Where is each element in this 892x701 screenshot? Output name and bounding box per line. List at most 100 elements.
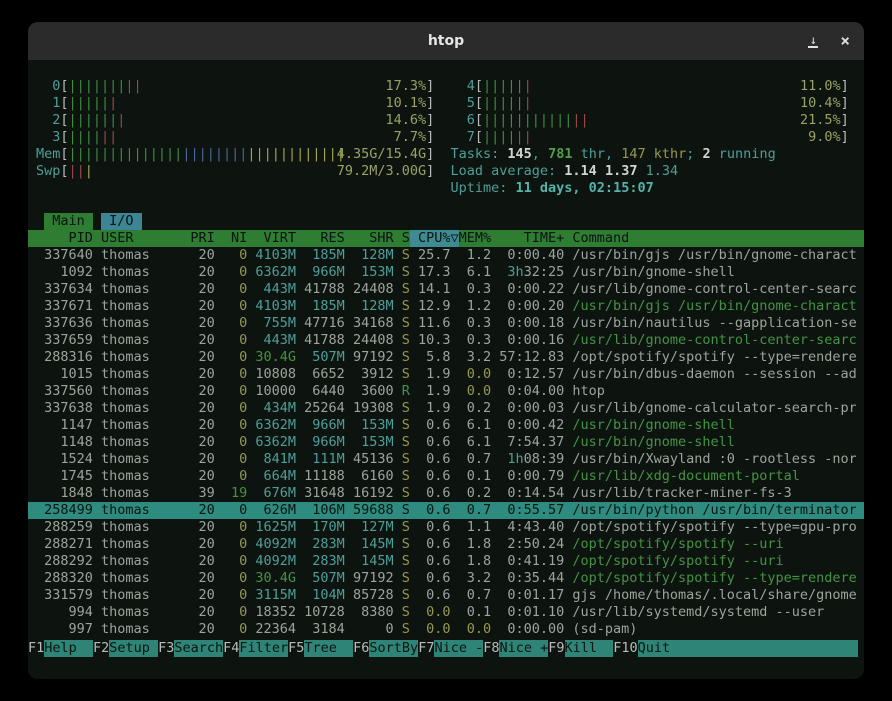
fkey-action-label: Tree bbox=[304, 640, 353, 657]
table-row[interactable]: 258499thomas200626M106M59688S0.60.70:55.… bbox=[28, 502, 864, 519]
table-row[interactable]: 1092thomas2006362M966M153MS17.36.13h32:2… bbox=[28, 264, 864, 281]
table-row[interactable]: 337634thomas200443M4178824408S14.10.30:0… bbox=[28, 281, 864, 298]
cpu-cell: 0.6 bbox=[410, 417, 451, 434]
table-row[interactable]: 337640thomas2004103M185M128MS25.71.20:00… bbox=[28, 247, 864, 264]
table-row[interactable]: 288259thomas2001625M170M127MS0.61.14:43.… bbox=[28, 519, 864, 536]
column-header-ni[interactable]: NI bbox=[215, 230, 248, 247]
state-cell: S bbox=[394, 298, 410, 315]
table-row[interactable]: 288292thomas2004092M283M145MS0.61.80:41.… bbox=[28, 553, 864, 570]
column-header-pri[interactable]: PRI bbox=[182, 230, 215, 247]
table-row[interactable]: 337638thomas200434M2526419308S1.90.20:00… bbox=[28, 400, 864, 417]
cpu-meter-1: 1[||||||10.1%] bbox=[36, 95, 434, 112]
table-row[interactable]: 337560thomas2001000064403600R1.90.00:04.… bbox=[28, 383, 864, 400]
fkey-key-label: F1 bbox=[28, 640, 44, 657]
time-cell: 0:00.79 bbox=[491, 468, 564, 485]
shr-cell: 128M bbox=[345, 247, 394, 264]
nice-cell: 0 bbox=[215, 434, 248, 451]
window-title: htop bbox=[28, 33, 864, 49]
pid-cell: 337659 bbox=[36, 332, 93, 349]
table-row[interactable]: 288271thomas2004092M283M145MS0.61.82:50.… bbox=[28, 536, 864, 553]
shr-cell: 19308 bbox=[345, 400, 394, 417]
nice-cell: 0 bbox=[215, 298, 248, 315]
table-row[interactable]: 1015thomas2001080866523912S1.90.00:12.57… bbox=[28, 366, 864, 383]
column-header-cmd[interactable]: Command bbox=[572, 230, 856, 247]
table-row[interactable]: 1745thomas200664M111886160S0.60.10:00.79… bbox=[28, 468, 864, 485]
fkey-quit[interactable]: F10Quit bbox=[613, 640, 858, 657]
column-header-user[interactable]: USER bbox=[101, 230, 182, 247]
meters-area: 0[|||||||||17.3%]1[||||||10.1%]2[|||||||… bbox=[36, 78, 856, 197]
column-header-res[interactable]: RES bbox=[296, 230, 345, 247]
shr-cell: 85728 bbox=[345, 587, 394, 604]
shr-cell: 3912 bbox=[345, 366, 394, 383]
fkey-action-label: Kill bbox=[565, 640, 614, 657]
fkey-nice+[interactable]: F8Nice + bbox=[483, 640, 548, 657]
command-cell: /usr/bin/Xwayland :0 -rootless -nores bbox=[572, 451, 856, 468]
fkey-help[interactable]: F1Help bbox=[28, 640, 93, 657]
user-cell: thomas bbox=[101, 604, 182, 621]
pri-cell: 20 bbox=[182, 417, 215, 434]
cpu-cell: 0.6 bbox=[410, 519, 451, 536]
process-table: PIDUSERPRINIVIRTRESSHRSCPU%▽MEM%TIME+Com… bbox=[36, 230, 856, 638]
pri-cell: 20 bbox=[182, 604, 215, 621]
time-cell: 0:00.42 bbox=[491, 417, 564, 434]
mem-cell: 0.7 bbox=[459, 451, 492, 468]
fkey-tree[interactable]: F5Tree bbox=[288, 640, 353, 657]
nice-cell: 0 bbox=[215, 604, 248, 621]
res-cell: 283M bbox=[296, 536, 345, 553]
table-row[interactable]: 337671thomas2004103M185M128MS12.91.20:00… bbox=[28, 298, 864, 315]
column-header-virt[interactable]: VIRT bbox=[247, 230, 296, 247]
fkey-filter[interactable]: F4Filter bbox=[223, 640, 288, 657]
time-cell: 0:01.17 bbox=[491, 587, 564, 604]
shr-cell: 97192 bbox=[345, 349, 394, 366]
user-cell: thomas bbox=[101, 383, 182, 400]
fkey-sortby[interactable]: F6SortBy bbox=[353, 640, 418, 657]
time-cell: 0:41.19 bbox=[491, 553, 564, 570]
cpu-meter-0: 0[|||||||||17.3%] bbox=[36, 78, 434, 95]
table-row[interactable]: 1848thomas3919676M3164816192S0.60.20:14.… bbox=[28, 485, 864, 502]
table-row[interactable]: 331579thomas2003115M104M85728S0.60.70:01… bbox=[28, 587, 864, 604]
column-header-cpu[interactable]: CPU% bbox=[410, 230, 451, 247]
pri-cell: 20 bbox=[182, 349, 215, 366]
pri-cell: 20 bbox=[182, 264, 215, 281]
fkey-nice-[interactable]: F7Nice - bbox=[418, 640, 483, 657]
close-icon[interactable]: × bbox=[840, 22, 850, 60]
nice-cell: 0 bbox=[215, 519, 248, 536]
mem-cell: 0.0 bbox=[459, 383, 492, 400]
shr-cell: 153M bbox=[345, 264, 394, 281]
cpu-meter-4: 4[||||||11.0%] bbox=[451, 78, 857, 95]
pid-cell: 337636 bbox=[36, 315, 93, 332]
column-header-time[interactable]: TIME+ bbox=[491, 230, 564, 247]
table-row[interactable]: 994thomas20018352107288380S0.00.10:01.10… bbox=[28, 604, 864, 621]
fkey-search[interactable]: F3Search bbox=[158, 640, 223, 657]
user-cell: thomas bbox=[101, 502, 182, 519]
window-titlebar[interactable]: htop ↓ × bbox=[28, 22, 864, 60]
state-cell: R bbox=[394, 383, 410, 400]
table-row[interactable]: 1147thomas2006362M966M153MS0.66.10:00.42… bbox=[28, 417, 864, 434]
pri-cell: 20 bbox=[182, 587, 215, 604]
table-row[interactable]: 288320thomas20030.4G507M97192S0.63.20:35… bbox=[28, 570, 864, 587]
column-header-shr[interactable]: SHR bbox=[345, 230, 394, 247]
column-header-s[interactable]: S bbox=[394, 230, 410, 247]
column-header-mem[interactable]: MEM% bbox=[459, 230, 492, 247]
fkey-action-label: Filter bbox=[239, 640, 288, 657]
tab-io[interactable]: I/O bbox=[101, 213, 142, 230]
user-cell: thomas bbox=[101, 434, 182, 451]
tab-main[interactable]: Main bbox=[44, 213, 93, 230]
state-cell: S bbox=[394, 349, 410, 366]
fkey-setup[interactable]: F2Setup bbox=[93, 640, 158, 657]
table-row[interactable]: 997thomas2002236431840S0.00.00:00.00(sd-… bbox=[28, 621, 864, 638]
restore-down-icon[interactable]: ↓ bbox=[808, 35, 818, 48]
nice-cell: 0 bbox=[215, 536, 248, 553]
column-header-pid[interactable]: PID bbox=[36, 230, 93, 247]
table-row[interactable]: 337659thomas200443M4178824408S10.30.30:0… bbox=[28, 332, 864, 349]
table-row[interactable]: 337636thomas200755M4771634168S11.60.30:0… bbox=[28, 315, 864, 332]
user-cell: thomas bbox=[101, 332, 182, 349]
state-cell: S bbox=[394, 451, 410, 468]
fkey-kill[interactable]: F9Kill bbox=[548, 640, 613, 657]
meter-value: 10.1% bbox=[385, 95, 426, 112]
table-row[interactable]: 288316thomas20030.4G507M97192S5.83.257:1… bbox=[28, 349, 864, 366]
table-row[interactable]: 1524thomas200841M111M45136S0.60.71h08:39… bbox=[28, 451, 864, 468]
fkey-action-label: Nice + bbox=[499, 640, 548, 657]
nice-cell: 0 bbox=[215, 587, 248, 604]
table-row[interactable]: 1148thomas2006362M966M153MS0.66.17:54.37… bbox=[28, 434, 864, 451]
